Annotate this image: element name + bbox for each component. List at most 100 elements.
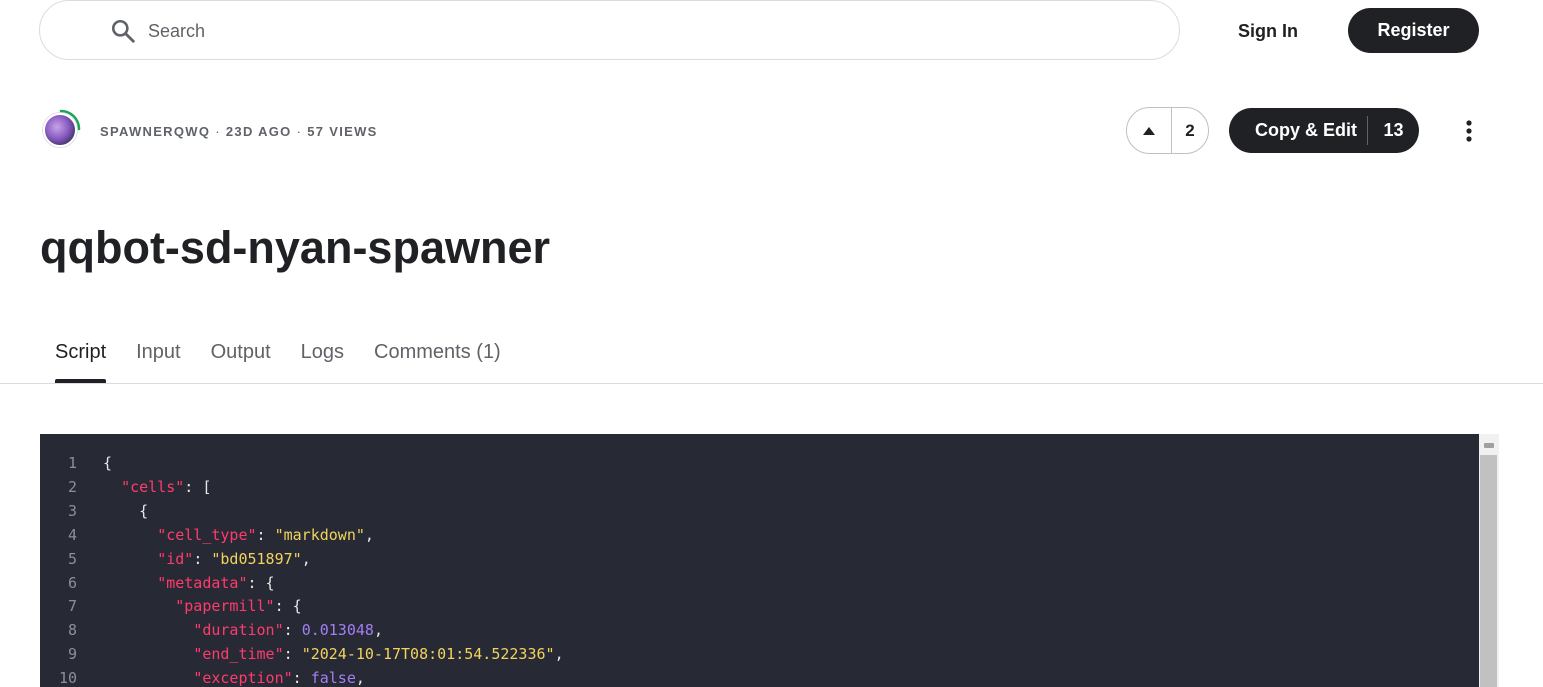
code-line: 3 { xyxy=(40,499,1479,523)
tab-input[interactable]: Input xyxy=(121,336,195,383)
code-token: "cells" xyxy=(121,477,185,496)
progress-ring-icon xyxy=(59,109,81,131)
code-token: "bd051897" xyxy=(211,549,302,568)
scroll-up-arrow-icon[interactable] xyxy=(1484,443,1494,448)
code-line: 6 "metadata": { xyxy=(40,571,1479,595)
code-token: "exception" xyxy=(193,669,293,687)
code-token: : xyxy=(283,621,302,640)
copy-edit-label[interactable]: Copy & Edit xyxy=(1229,108,1367,153)
tab-output[interactable]: Output xyxy=(196,336,286,383)
code-token: , xyxy=(373,621,383,640)
tab-comments[interactable]: Comments (1) xyxy=(359,336,516,383)
code-line: 5 "id": "bd051897", xyxy=(40,547,1479,571)
code-token: , xyxy=(554,645,564,664)
code-token: "markdown" xyxy=(274,525,365,544)
code-line: 9 "end_time": "2024-10-17T08:01:54.52233… xyxy=(40,642,1479,666)
code-token: : xyxy=(292,669,311,687)
code-scrollbar[interactable] xyxy=(1479,434,1499,687)
vote-control: 2 xyxy=(1126,107,1209,154)
more-options-button[interactable] xyxy=(1454,116,1484,146)
meta-separator: · xyxy=(296,124,303,139)
upvote-button[interactable] xyxy=(1127,108,1172,153)
notebook-meta: SPAWNERQWQ · 23D AGO · 57 VIEWS xyxy=(100,124,378,139)
line-number: 4 xyxy=(67,525,77,544)
code-line: 8 "duration": 0.013048, xyxy=(40,618,1479,642)
code-line: 10 "exception": false, xyxy=(40,666,1479,687)
tab-logs[interactable]: Logs xyxy=(286,336,359,383)
code-token: : [ xyxy=(184,477,212,496)
code-line: 1{ xyxy=(40,451,1479,475)
last-updated: 23D AGO xyxy=(225,124,292,139)
caret-up-icon xyxy=(1143,126,1155,135)
line-source: { xyxy=(103,451,112,475)
code-token: , xyxy=(301,549,311,568)
line-source: "exception": false, xyxy=(103,666,365,687)
copy-edit-button[interactable]: Copy & Edit 13 xyxy=(1229,108,1419,153)
line-number: 10 xyxy=(58,669,77,687)
vote-count: 2 xyxy=(1185,120,1195,140)
code-token: 0.013048 xyxy=(301,621,374,640)
author-avatar[interactable] xyxy=(40,108,82,150)
line-source: "end_time": "2024-10-17T08:01:54.522336"… xyxy=(103,642,564,666)
line-number: 2 xyxy=(67,477,77,496)
code-viewer[interactable]: 1{2 "cells": [3 {4 "cell_type": "markdow… xyxy=(40,434,1479,687)
sign-in-button[interactable]: Sign In xyxy=(1220,14,1316,48)
line-source: "metadata": { xyxy=(103,571,275,595)
code-token: : xyxy=(283,645,302,664)
code-token: "metadata" xyxy=(157,573,248,592)
line-source: "cell_type": "markdown", xyxy=(103,523,374,547)
tab-script[interactable]: Script xyxy=(40,336,121,383)
code-token: : { xyxy=(247,573,275,592)
tab-bar: Script Input Output Logs Comments (1) xyxy=(40,336,516,383)
line-number: 9 xyxy=(67,645,77,664)
meta-separator: · xyxy=(215,124,221,139)
fork-count[interactable]: 13 xyxy=(1368,108,1419,153)
line-number: 1 xyxy=(67,454,77,472)
line-source: "cells": [ xyxy=(103,475,211,499)
code-line: 4 "cell_type": "markdown", xyxy=(40,523,1479,547)
line-source: "papermill": { xyxy=(103,594,302,618)
line-number: 7 xyxy=(67,597,77,616)
code-token: , xyxy=(364,525,374,544)
kebab-menu-icon xyxy=(1466,120,1472,142)
code-token: { xyxy=(103,501,149,520)
search-bar[interactable] xyxy=(39,0,1180,60)
search-icon xyxy=(111,19,135,43)
search-input[interactable] xyxy=(148,19,1048,43)
line-source: { xyxy=(103,499,148,523)
line-number: 8 xyxy=(67,621,77,640)
code-token: : { xyxy=(274,597,302,616)
tab-divider xyxy=(0,383,1543,384)
line-source: "id": "bd051897", xyxy=(103,547,311,571)
code-token: "duration" xyxy=(193,621,284,640)
line-source: "duration": 0.013048, xyxy=(103,618,383,642)
author-name[interactable]: SPAWNERQWQ xyxy=(100,124,210,139)
line-number: 6 xyxy=(67,573,77,592)
line-number: 3 xyxy=(67,501,77,520)
code-token: "id" xyxy=(157,549,194,568)
code-token: { xyxy=(103,454,113,472)
code-token: "2024-10-17T08:01:54.522336" xyxy=(301,645,555,664)
scrollbar-thumb[interactable] xyxy=(1480,455,1497,687)
code-line: 2 "cells": [ xyxy=(40,475,1479,499)
code-token: , xyxy=(355,669,365,687)
code-token: "end_time" xyxy=(193,645,284,664)
page-title: qqbot-sd-nyan-spawner xyxy=(40,222,551,273)
code-token: false xyxy=(310,669,356,687)
view-count: 57 VIEWS xyxy=(307,124,378,139)
code-line: 7 "papermill": { xyxy=(40,594,1479,618)
line-number: 5 xyxy=(67,549,77,568)
code-token: : xyxy=(256,525,275,544)
code-token: "papermill" xyxy=(175,597,275,616)
code-token: "cell_type" xyxy=(157,525,257,544)
code-token: : xyxy=(193,549,212,568)
register-button[interactable]: Register xyxy=(1348,8,1479,53)
